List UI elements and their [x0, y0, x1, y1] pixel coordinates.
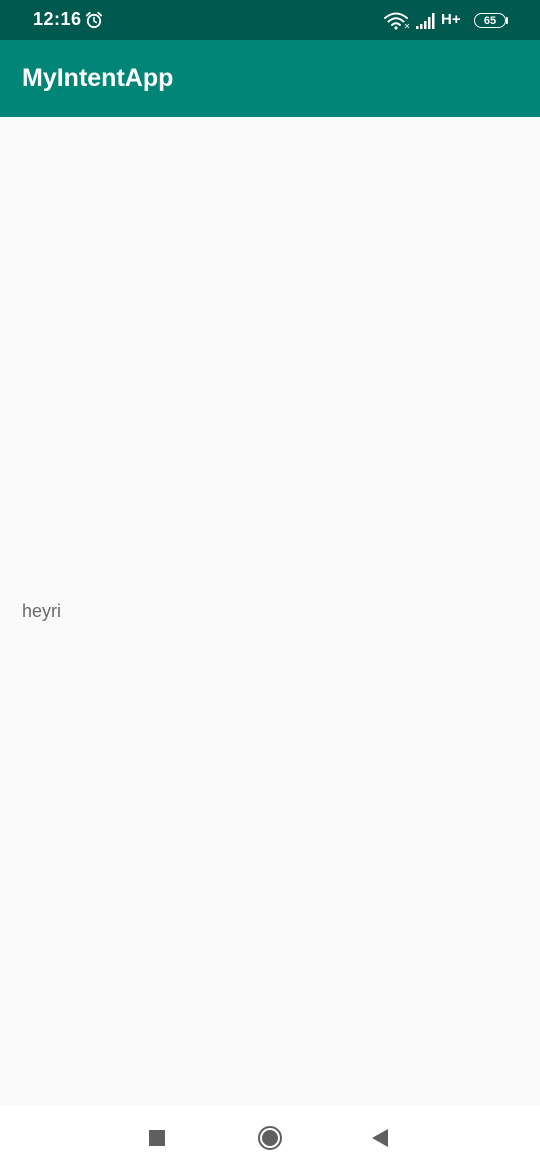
battery-tip	[506, 17, 508, 24]
message-text: heyri	[22, 601, 62, 621]
signal-icon	[416, 13, 435, 29]
recents-icon	[149, 1129, 165, 1146]
main-content: heyri	[0, 117, 540, 1105]
app-bar: MyIntentApp	[0, 40, 540, 117]
navigation-bar	[0, 1105, 540, 1170]
wifi-icon	[384, 12, 410, 30]
back-button[interactable]	[350, 1105, 410, 1170]
recents-button[interactable]	[127, 1105, 187, 1170]
alarm-icon	[85, 11, 103, 29]
app-title: MyIntentApp	[22, 64, 174, 92]
battery-icon: 65	[474, 13, 506, 28]
battery-level: 65	[483, 14, 497, 27]
network-type-label: H+	[441, 11, 461, 28]
status-bar: 12:16 H+ 65	[0, 0, 540, 40]
back-icon	[372, 1128, 388, 1147]
home-button[interactable]	[240, 1105, 300, 1170]
screen: 12:16 H+ 65 MyIntentApp heyri	[0, 0, 540, 1170]
home-icon	[258, 1125, 282, 1150]
status-time: 12:16	[33, 9, 82, 29]
